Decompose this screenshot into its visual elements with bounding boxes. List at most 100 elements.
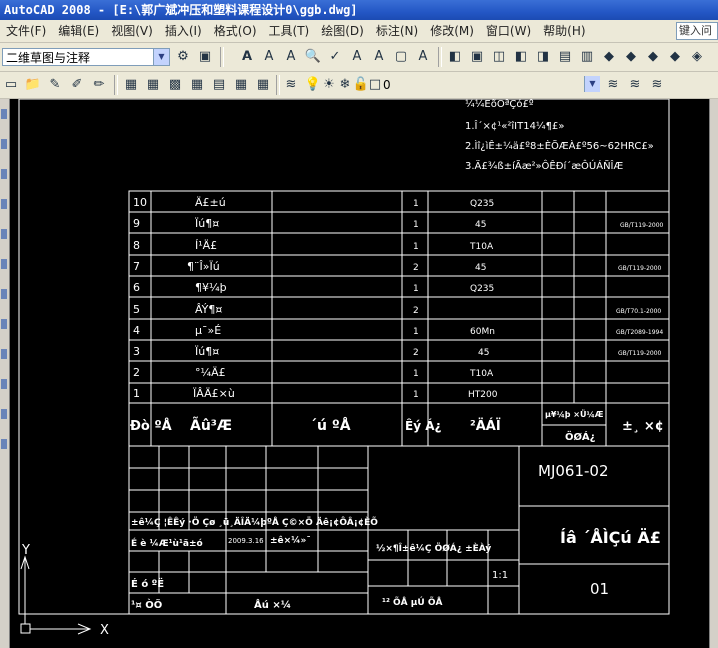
help-search-input[interactable]: 键入问 xyxy=(676,22,718,40)
header-weight: ÖØÁ¿ xyxy=(565,429,596,443)
part-qty: 1 xyxy=(413,327,419,337)
scale-value: 1:1 xyxy=(492,570,508,581)
make-current-icon[interactable]: ≋ xyxy=(604,76,622,94)
drawing-canvas[interactable]: ¼¼ÊõÒªÇó£º 1.Î´×¢¹«²îIT14¼¶£» 2.Ìî¿ìÊ±¼ä… xyxy=(10,99,710,648)
view-bottom-icon[interactable]: ◫ xyxy=(490,48,508,66)
layer-select[interactable]: 0 ▼ xyxy=(380,76,600,94)
notes-line-3: 3.Ä£¾ß±íÃæ²»ÔÊÐí´æÔÚÁÑÎÆ xyxy=(465,159,624,172)
design-center-icon[interactable]: ▩ xyxy=(166,76,184,94)
sheet-set-icon[interactable]: ▤ xyxy=(210,76,228,94)
part-qty: 2 xyxy=(413,348,419,358)
header-remark: ±¸ ×¢ xyxy=(622,419,664,434)
justify-text-icon[interactable]: A xyxy=(370,48,388,66)
part-no: 1 xyxy=(133,387,140,400)
part-qty: 1 xyxy=(413,284,419,294)
part-name: °¼Ä£ xyxy=(195,366,226,379)
part-qty: 2 xyxy=(413,263,419,273)
designer-label: É è ¼Æ¹ù¹ã±ó xyxy=(131,537,203,549)
part-name: µ¯»É xyxy=(195,324,221,337)
chevron-down-icon[interactable]: ▼ xyxy=(584,76,600,92)
iso-ne-icon[interactable]: ◆ xyxy=(644,48,662,66)
part-name: ÏÂÄ£×ù xyxy=(193,387,235,400)
text-scale-icon[interactable]: A xyxy=(348,48,366,66)
part-standard: GB/T70.1-2000 xyxy=(616,308,661,315)
save-icon[interactable]: ✎ xyxy=(46,76,64,94)
find-text-icon[interactable]: 🔍 xyxy=(304,48,322,66)
workspace-toolbar: 二维草图与注释 ▼ ⚙ ▣ 𝗔 A A 🔍 ✓ A A ▢ A ◧ ▣ ◫ ◧ ◨… xyxy=(0,43,718,72)
ucs-x-label: X xyxy=(100,623,109,638)
menu-edit[interactable]: 编辑(E) xyxy=(52,20,105,42)
camera-icon[interactable]: ◈ xyxy=(688,48,706,66)
menu-window[interactable]: 窗口(W) xyxy=(480,20,537,42)
design-date: 2009.3.16 xyxy=(228,537,264,545)
parts-rows: 10 Ä£±ú 1 Q235 9 Ïú¶¤ 1 45 GB/T119-2000 … xyxy=(133,196,664,400)
iso-se-icon[interactable]: ◆ xyxy=(622,48,640,66)
tool-palettes-icon[interactable]: ▦ xyxy=(188,76,206,94)
spell-check-icon[interactable]: ✓ xyxy=(326,48,344,66)
part-standard: GB/T119-2000 xyxy=(620,222,664,229)
menu-help[interactable]: 帮助(H) xyxy=(537,20,591,42)
part-standard: GB/T2089-1994 xyxy=(616,329,663,336)
palette-icon[interactable]: ▦ xyxy=(122,76,140,94)
view-right-icon[interactable]: ◨ xyxy=(534,48,552,66)
plot-icon[interactable]: ✐ xyxy=(68,76,86,94)
text-style-icon[interactable]: 𝗔 xyxy=(238,48,256,66)
preview-icon[interactable]: ✏ xyxy=(90,76,108,94)
view-front-icon[interactable]: ▤ xyxy=(556,48,574,66)
iso-sw-icon[interactable]: ◆ xyxy=(600,48,618,66)
part-no: 5 xyxy=(133,303,140,316)
part-qty: 1 xyxy=(413,390,419,400)
review-label: É ó ºË xyxy=(131,576,164,590)
menu-draw[interactable]: 绘图(D) xyxy=(315,20,370,42)
menu-format[interactable]: 格式(O) xyxy=(208,20,263,42)
vertical-scrollbar[interactable] xyxy=(709,99,718,648)
menu-dimension[interactable]: 标注(N) xyxy=(370,20,424,42)
menu-tools[interactable]: 工具(T) xyxy=(263,20,316,42)
multiline-text-icon[interactable]: A xyxy=(260,48,278,66)
part-qty: 1 xyxy=(413,369,419,379)
part-material: Q235 xyxy=(470,284,494,294)
new-icon[interactable]: ▭ xyxy=(2,76,20,94)
revision-row-label: ±ê¼Ç ¦ÊÊý ·Ö Çø ¸ü¸ÄÎÄ¼þºÅ Ç©×Ö Äê¡¢ÔÂ¡¢… xyxy=(131,516,378,528)
part-no: 9 xyxy=(133,217,140,230)
part-material: 45 xyxy=(475,220,486,230)
notes-line-2: 2.Ìî¿ìÊ±¼ä£º8±ÈÕÆÀ£º56~62HRC£» xyxy=(465,139,654,152)
markup-icon[interactable]: ▦ xyxy=(232,76,250,94)
menu-file[interactable]: 文件(F) xyxy=(0,20,52,42)
part-title: Íâ ´ÅÌÇú Ä£ xyxy=(560,528,661,547)
menu-bar: 文件(F) 编辑(E) 视图(V) 插入(I) 格式(O) 工具(T) 绘图(D) 标注(N)… xyxy=(0,20,718,43)
open-icon[interactable]: 📁 xyxy=(24,76,42,94)
part-name: ¶¨Î»Ïú xyxy=(187,260,220,273)
header-qty: Êý Á¿ xyxy=(405,418,441,433)
text-frame-icon[interactable]: ▢ xyxy=(392,48,410,66)
menu-modify[interactable]: 修改(M) xyxy=(424,20,480,42)
layer-manager-icon[interactable]: ≋ xyxy=(282,76,300,94)
view-top-icon[interactable]: ▣ xyxy=(468,48,486,66)
sheet-number: 01 xyxy=(590,580,609,598)
part-material: 45 xyxy=(475,263,486,273)
menu-insert[interactable]: 插入(I) xyxy=(159,20,208,42)
iso-nw-icon[interactable]: ◆ xyxy=(666,48,684,66)
workspace-settings-icon[interactable]: ▣ xyxy=(196,48,214,66)
part-qty: 1 xyxy=(413,220,419,230)
render-icon[interactable]: ◧ xyxy=(446,48,464,66)
convert-text-icon[interactable]: A xyxy=(414,48,432,66)
header-code: ´ú ºÅ xyxy=(310,417,351,434)
workspace-value: 二维草图与注释 xyxy=(6,51,91,65)
layer-previous-icon[interactable]: ≋ xyxy=(626,76,644,94)
part-no: 6 xyxy=(133,281,140,294)
quickcalc-icon[interactable]: ▦ xyxy=(254,76,272,94)
view-back-icon[interactable]: ▥ xyxy=(578,48,596,66)
toolbar-separator xyxy=(114,75,118,95)
layer-states-icon[interactable]: ≋ xyxy=(648,76,666,94)
edit-text-icon[interactable]: A xyxy=(282,48,300,66)
toolbar-separator xyxy=(220,47,224,67)
left-dock-strip xyxy=(0,99,10,648)
chevron-down-icon[interactable]: ▼ xyxy=(153,49,169,65)
gear-icon[interactable]: ⚙ xyxy=(174,48,192,66)
menu-view[interactable]: 视图(V) xyxy=(105,20,159,42)
workspace-select[interactable]: 二维草图与注释 ▼ xyxy=(2,48,170,66)
view-left-icon[interactable]: ◧ xyxy=(512,48,530,66)
properties-icon[interactable]: ▦ xyxy=(144,76,162,94)
ucs-y-label: Y xyxy=(21,543,30,558)
